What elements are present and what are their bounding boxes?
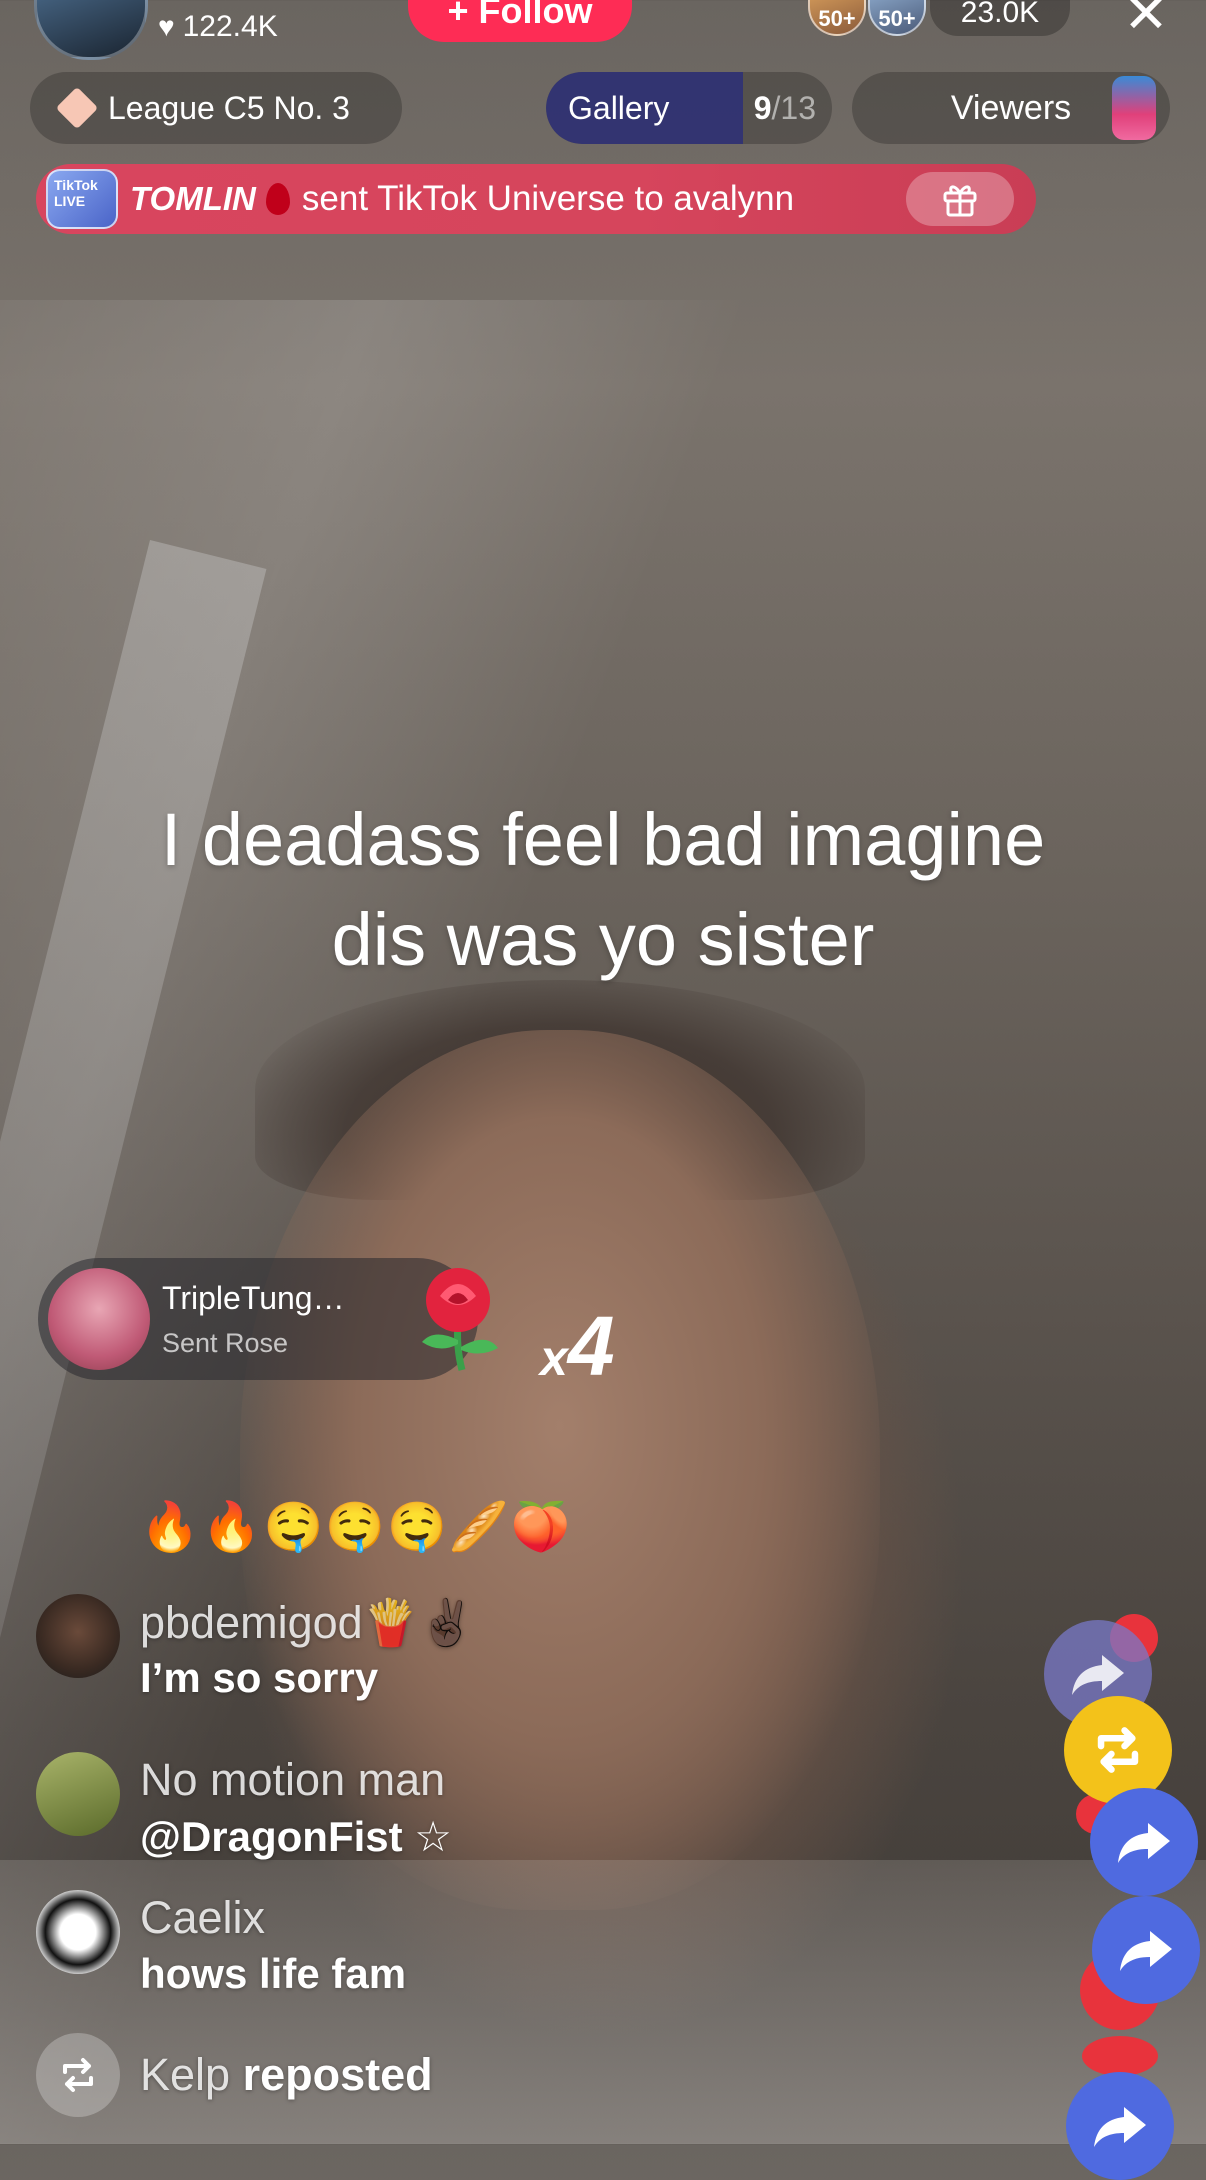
emoji-comment: 🔥🔥🤤🤤🤤🥖🍑 [140, 1501, 573, 1554]
repost-notice: Kelp reposted [36, 2030, 433, 2120]
share-icon [1120, 1931, 1172, 1971]
tiktok-live-badge-icon: TikTok LIVE [46, 169, 118, 229]
gift-banner[interactable]: TikTok LIVE TOMLIN sent TikTok Universe … [36, 164, 1036, 234]
gift-button[interactable] [906, 172, 1014, 226]
commenter-avatar[interactable] [36, 1594, 120, 1678]
commenter-avatar[interactable] [36, 1890, 120, 1974]
gift-combo: x4 [540, 1298, 615, 1395]
top-viewer-avatar[interactable]: 50+ [868, 0, 926, 36]
gifter-name: TripleTung… [162, 1280, 345, 1316]
caption-line-2: dis was yo sister [331, 898, 875, 981]
close-icon[interactable]: ✕ [1118, 0, 1174, 42]
gallery-label: Gallery [568, 90, 670, 126]
commenter-name[interactable]: Caelix [140, 1892, 265, 1944]
viewers-pill[interactable]: Viewers [852, 72, 1170, 144]
league-label: League C5 No. 3 [108, 89, 350, 126]
reaction-heart-dot [1082, 2036, 1158, 2076]
share-reaction-bubble [1066, 2072, 1174, 2180]
repost-icon [36, 2033, 120, 2117]
viewer-figure-icon [1112, 76, 1156, 140]
follow-button[interactable]: + Follow [408, 0, 632, 42]
comment-item[interactable]: pbdemigod🍟✌🏿 I’m so sorry [36, 1594, 936, 1714]
commenter-avatar[interactable] [36, 1752, 120, 1836]
share-reaction-bubble [1090, 1788, 1198, 1896]
caption-line-1: I deadass feel bad imagine [160, 798, 1046, 881]
combo-count: 4 [567, 1299, 615, 1393]
repost-icon [1097, 1727, 1139, 1773]
commenter-name[interactable]: No motion man [140, 1754, 445, 1806]
stream-caption: I deadass feel bad imagine dis was yo si… [60, 790, 1146, 990]
league-pill[interactable]: League C5 No. 3 [30, 72, 402, 144]
comment-text: hows life fam [140, 1950, 407, 1997]
top-viewer-avatar[interactable]: 50+ [808, 0, 866, 36]
blood-drop-icon [265, 183, 290, 215]
comment-text: @DragonFist ☆ [140, 1813, 452, 1860]
comment-item[interactable]: No motion man @DragonFist ☆ [36, 1752, 936, 1872]
host-avatar[interactable] [34, 0, 148, 60]
viewer-count[interactable]: 23.0K [930, 0, 1070, 36]
likes-value: 122.4K [182, 10, 278, 43]
gallery-current: 9 [753, 90, 772, 126]
rose-icon [422, 1268, 498, 1371]
gallery-pill[interactable]: Gallery 9/13 [546, 72, 832, 144]
repost-verb: reposted [242, 2049, 433, 2100]
diamond-icon [55, 86, 99, 130]
share-icon [1072, 1655, 1124, 1695]
viewers-label: Viewers [950, 88, 1072, 127]
comment-item[interactable]: Caelix hows life fam [36, 1890, 936, 2010]
share-reaction-bubble [1092, 1896, 1200, 2004]
commenter-name[interactable]: pbdemigod🍟✌🏿 [140, 1596, 475, 1649]
combo-x: x [540, 1330, 568, 1386]
gift-icon [943, 185, 977, 217]
gallery-count: 9/13 [754, 72, 816, 144]
comment-text: I’m so sorry [140, 1654, 379, 1701]
gift-banner-user: TOMLIN [130, 180, 256, 217]
gift-banner-text: sent TikTok Universe to avalynn [301, 179, 795, 218]
gallery-total: /13 [771, 90, 816, 126]
gift-subtitle: Sent Rose [162, 1328, 289, 1358]
heart-icon: ♥ [158, 11, 175, 42]
repost-user: Kelp [140, 2049, 231, 2100]
share-icon [1118, 1823, 1170, 1863]
likes-counter: ♥ 122.4K [158, 10, 278, 44]
gifter-avatar[interactable] [48, 1268, 150, 1370]
repost-reaction-bubble [1064, 1696, 1172, 1804]
